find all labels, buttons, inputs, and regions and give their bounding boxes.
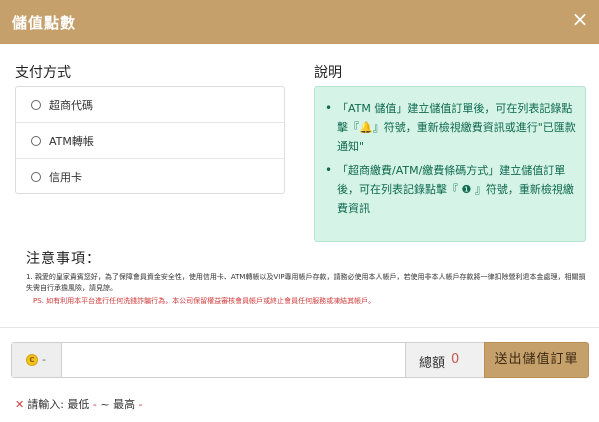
amount-hint: ✕ 請輸入: 最低 - ~ 最高 -	[15, 396, 143, 412]
close-icon[interactable]: ×	[569, 8, 591, 30]
amount-input-group: C - 總額 0 送出儲值訂單	[11, 342, 589, 378]
coin-addon: C -	[12, 343, 62, 377]
bullet-icon: •	[325, 163, 333, 177]
payment-option-convenience-store[interactable]: 超商代碼	[16, 87, 284, 123]
description-item: • 「ATM 儲值」建立儲值訂單後，可在列表記錄點擊『🔔』符號，重新檢視繳費資訊…	[325, 99, 577, 156]
notice-warning: PS. 如有利用本平台進行任何洗錢詐騙行為，本公司保留權益審核會員帳戶或終止會員…	[33, 297, 376, 305]
total-label: 總額	[419, 356, 446, 371]
payment-method-list: 超商代碼 ATM轉帳 信用卡	[15, 86, 285, 194]
notice-text: 1. 親愛的皇家貴賓您好，為了保障會員資金安全性，使用信用卡、ATM轉帳以及VI…	[26, 273, 586, 292]
hint-prefix: 請輸入: 最低	[27, 398, 90, 411]
hint-mid: ~ 最高	[96, 398, 136, 411]
payment-option-credit-card[interactable]: 信用卡	[16, 159, 284, 195]
notice-title: 注意事項：	[26, 251, 101, 267]
divider	[0, 327, 599, 328]
description-item: • 「超商繳費/ATM/繳費條碼方式」建立儲值訂單後，可在列表記錄點擊『 ❶ 』…	[325, 161, 577, 218]
total-addon: 總額 0	[405, 343, 485, 377]
radio-button[interactable]	[31, 100, 41, 110]
coin-icon: C	[26, 354, 38, 366]
dialog-title: 儲值點數	[12, 14, 77, 32]
description-item-text: 「超商繳費/ATM/繳費條碼方式」建立儲值訂單後，可在列表記錄點擊『 ❶ 』符號…	[337, 164, 574, 215]
description-title: 說明	[314, 65, 342, 81]
radio-button[interactable]	[31, 172, 41, 182]
description-item-text: 「ATM 儲值」建立儲值訂單後，可在列表記錄點擊『🔔』符號，重新檢視繳費資訊或進…	[337, 102, 576, 153]
payment-method-title: 支付方式	[15, 65, 71, 81]
bullet-icon: •	[325, 101, 333, 115]
required-icon: ✕	[15, 398, 25, 411]
payment-option-atm-transfer[interactable]: ATM轉帳	[16, 123, 284, 159]
payment-option-label: ATM轉帳	[49, 135, 94, 148]
radio-button[interactable]	[31, 136, 41, 146]
payment-option-label: 超商代碼	[49, 99, 93, 112]
dialog-header: 儲值點數 ×	[0, 0, 599, 44]
coin-balance: -	[42, 353, 46, 366]
amount-input[interactable]	[62, 343, 418, 377]
payment-option-label: 信用卡	[49, 171, 82, 184]
total-value: 0	[451, 352, 460, 367]
hint-max-value: -	[138, 398, 143, 411]
description-panel: • 「ATM 儲值」建立儲值訂單後，可在列表記錄點擊『🔔』符號，重新檢視繳費資訊…	[314, 86, 586, 242]
submit-order-button[interactable]: 送出儲值訂單	[484, 342, 589, 378]
